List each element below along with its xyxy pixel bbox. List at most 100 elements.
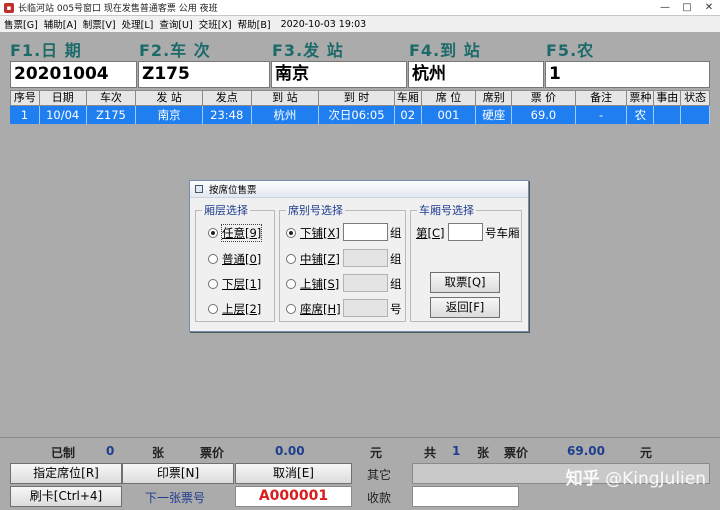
close-icon[interactable]: ✕ [698, 0, 720, 16]
train-field[interactable]: Z175 [138, 61, 270, 88]
radio-dot [286, 254, 296, 264]
total-count: 1 [452, 444, 461, 458]
middle-berth-input[interactable] [343, 249, 388, 267]
watermark: 知乎 @KingJulien [566, 464, 706, 489]
cell-seat-class: 硬座 [476, 106, 513, 124]
col-index: 序号 [10, 90, 40, 106]
col-train: 车次 [86, 90, 137, 106]
card-button[interactable]: 刷卡[Ctrl+4] [10, 486, 122, 507]
floor-lower-radio[interactable]: 下层[1] [208, 276, 261, 292]
radio-dot [208, 254, 218, 264]
radio-dot [208, 228, 218, 238]
cell-date: 10/04 [39, 106, 87, 124]
floor-group: 厢层选择 任意[9] 普通[0] 下层[1] 上层[2] [195, 202, 275, 322]
radio-dot [208, 304, 218, 314]
floor-any-radio[interactable]: 任意[9] [208, 224, 263, 242]
dialog-title: 按席位售票 [209, 185, 257, 196]
ticket-table: 序号 日期 车次 发 站 发点 到 站 到 时 车厢 席 位 席别 票 价 备注… [10, 90, 710, 124]
back-button[interactable]: 返回[F] [430, 297, 500, 318]
berth-group-label: 席别号选择 [286, 202, 345, 218]
unit-label: 组 [390, 226, 402, 240]
berth-seat-radio[interactable]: 座席[H] [286, 301, 341, 317]
from-station-label: F3.发 站 [272, 41, 344, 60]
menu-shift[interactable]: 交班[X] [199, 17, 232, 31]
col-to: 到 站 [251, 90, 320, 106]
berth-middle-radio[interactable]: 中铺[Z] [286, 251, 340, 267]
car-group-label: 车厢号选择 [417, 202, 476, 218]
col-seat: 席 位 [421, 90, 477, 106]
col-car: 车厢 [394, 90, 422, 106]
berth-upper-radio[interactable]: 上铺[S] [286, 276, 339, 292]
col-date: 日期 [39, 90, 87, 106]
table-row[interactable]: 1 10/04 Z175 南京 23:48 杭州 次日06:05 02 001 … [10, 106, 710, 124]
menu-query[interactable]: 查询[U] [159, 17, 192, 31]
made-count: 0 [106, 444, 115, 458]
cell-ticket-type: 农 [627, 106, 655, 124]
receive-label: 收款 [367, 491, 392, 505]
radio-dot [286, 279, 296, 289]
total-price: 69.00 [567, 444, 605, 458]
made-label: 已制 [51, 446, 76, 460]
menu-help[interactable]: 帮助[B] [238, 17, 271, 31]
col-arrive-time: 到 时 [319, 90, 395, 106]
bottom-panel: 已制 0 张 票价 0.00 元 共 1 张 票价 69.00 元 指定席位[R… [0, 437, 720, 510]
col-reason: 事由 [654, 90, 682, 106]
to-station-field[interactable]: 杭州 [408, 61, 544, 88]
car-group: 车厢号选择 第[C] 号车厢 取票[Q] 返回[F] [410, 202, 522, 322]
menu-process[interactable]: 处理[L] [122, 17, 154, 31]
col-status: 状态 [681, 90, 710, 106]
upper-berth-input[interactable] [343, 274, 388, 292]
cell-remark: - [575, 106, 628, 124]
unit-label: 组 [390, 277, 402, 291]
unit-zhang: 张 [477, 446, 490, 460]
cancel-button[interactable]: 取消[E] [235, 463, 352, 484]
cell-car: 02 [394, 106, 422, 124]
car-number-input[interactable] [448, 223, 483, 241]
cell-index: 1 [10, 106, 40, 124]
menu-sell[interactable]: 售票[G] [4, 17, 38, 31]
maximize-icon[interactable]: □ [676, 0, 698, 16]
farmer-field[interactable]: 1 [545, 61, 710, 88]
title-bar: ▪ 长临河站 005号窗口 现在发售普通客票 公用 夜班 — □ ✕ [0, 0, 720, 16]
menu-assist[interactable]: 辅助[A] [44, 17, 77, 31]
take-ticket-button[interactable]: 取票[Q] [430, 272, 500, 293]
col-ticket-type: 票种 [627, 90, 655, 106]
dialog-title-bar: 按席位售票 [190, 181, 528, 198]
radio-dot [286, 228, 296, 238]
unit-label: 号 [390, 302, 402, 316]
menu-bar: 售票[G] 辅助[A] 制票[V] 处理[L] 查询[U] 交班[X] 帮助[B… [0, 16, 720, 32]
date-label: F1.日 期 [10, 41, 82, 60]
train-label: F2.车 次 [139, 41, 211, 60]
cell-arrive-time: 次日06:05 [319, 106, 395, 124]
cell-price: 69.0 [512, 106, 576, 124]
from-station-field[interactable]: 南京 [271, 61, 407, 88]
seat-input[interactable] [343, 299, 388, 317]
watermark-handle: @KingJulien [605, 469, 706, 489]
next-ticket-number: A000001 [235, 486, 352, 507]
floor-upper-radio[interactable]: 上层[2] [208, 301, 261, 317]
radio-dot [286, 304, 296, 314]
cell-from: 南京 [136, 106, 203, 124]
cell-train: Z175 [86, 106, 137, 124]
berth-group: 席别号选择 下铺[X] 中铺[Z] 上铺[S] 座席[H] 组 组 组 号 [279, 202, 406, 322]
other-label: 其它 [367, 468, 392, 482]
car-number-suffix: 号车厢 [485, 226, 520, 240]
cell-reason [654, 106, 682, 124]
menu-make-ticket[interactable]: 制票[V] [83, 17, 116, 31]
assign-seat-button[interactable]: 指定席位[R] [10, 463, 122, 484]
cell-status [681, 106, 710, 124]
minimize-icon[interactable]: — [654, 0, 676, 16]
next-ticket-label: 下一张票号 [145, 491, 206, 505]
print-ticket-button[interactable]: 印票[N] [122, 463, 234, 484]
radio-dot [208, 279, 218, 289]
lower-berth-input[interactable] [343, 223, 388, 241]
floor-normal-radio[interactable]: 普通[0] [208, 251, 261, 267]
receive-field[interactable] [412, 486, 519, 507]
car-number-prefix: 第[C] [416, 226, 445, 240]
cell-to: 杭州 [251, 106, 320, 124]
cell-seat: 001 [421, 106, 477, 124]
col-seat-class: 席别 [476, 90, 513, 106]
berth-lower-radio[interactable]: 下铺[X] [286, 225, 340, 241]
query-fields: F1.日 期 F2.车 次 F3.发 站 F4.到 站 F5.农 2020100… [0, 32, 720, 90]
date-field[interactable]: 20201004 [10, 61, 137, 88]
